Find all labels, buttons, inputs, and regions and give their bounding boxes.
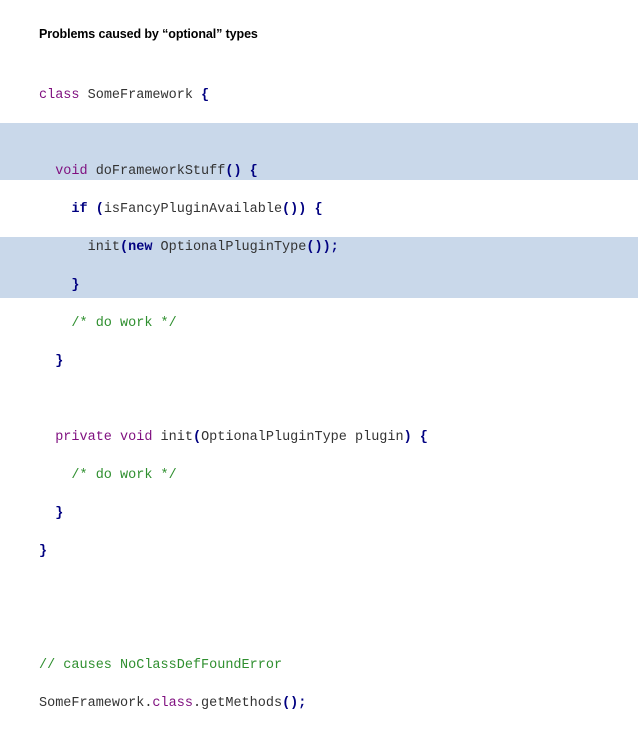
parens: () xyxy=(225,164,242,179)
brace: { xyxy=(201,88,210,103)
method-call: init xyxy=(87,240,121,255)
paren-close: ()) { xyxy=(282,202,323,217)
code-line-7: /* do work */ xyxy=(39,314,428,333)
code-line-13: } xyxy=(39,542,428,561)
method-name: init xyxy=(152,430,193,445)
brace: { xyxy=(241,164,258,179)
code-line-4: if (isFancyPluginAvailable()) { xyxy=(39,200,428,219)
params: OptionalPluginType plugin xyxy=(201,430,404,445)
brace: } xyxy=(55,506,64,521)
code-line-12: } xyxy=(39,504,428,523)
method-call: .getMethods xyxy=(192,696,283,711)
comment: // causes NoClassDefFoundError xyxy=(39,658,283,673)
code-line-9-blank xyxy=(39,390,428,409)
code-line-16: // causes NoClassDefFoundError xyxy=(39,656,428,675)
keyword-if: if xyxy=(71,202,88,217)
code-line-8: } xyxy=(39,352,428,371)
slide-title: Problems caused by “optional” types xyxy=(39,27,258,41)
keyword-void: void xyxy=(55,164,88,179)
paren-open: ( xyxy=(120,240,129,255)
method-name: doFrameworkStuff xyxy=(87,164,226,179)
keyword-class: class xyxy=(39,88,80,103)
method-call: isFancyPluginAvailable xyxy=(103,202,283,217)
code-line-2-blank xyxy=(39,124,428,143)
keyword-private: private xyxy=(55,430,112,445)
brace: } xyxy=(55,354,64,369)
keyword-class: class xyxy=(152,696,193,711)
comment: /* do work */ xyxy=(71,316,177,331)
code-line-10: private void init(OptionalPluginType plu… xyxy=(39,428,428,447)
comment: /* do work */ xyxy=(71,468,177,483)
type-name: OptionalPluginType xyxy=(152,240,307,255)
code-line-11: /* do work */ xyxy=(39,466,428,485)
brace: } xyxy=(39,544,48,559)
call-end: (); xyxy=(282,696,307,711)
code-line-3: void doFrameworkStuff() { xyxy=(39,162,428,181)
code-line-17: SomeFramework.class.getMethods(); xyxy=(39,694,428,713)
code-block: class SomeFramework { void doFrameworkSt… xyxy=(39,67,428,732)
paren-close: ()); xyxy=(306,240,339,255)
brace: } xyxy=(71,278,80,293)
code-line-15-blank xyxy=(39,618,428,637)
paren-open: ( xyxy=(192,430,202,445)
code-line-5: init(new OptionalPluginType()); xyxy=(39,238,428,257)
code-line-14-blank xyxy=(39,580,428,599)
paren-open: ( xyxy=(87,202,104,217)
keyword-void: void xyxy=(111,430,153,445)
paren-close: ) { xyxy=(403,430,428,445)
class-name: SomeFramework xyxy=(79,88,202,103)
class-ref: SomeFramework. xyxy=(39,696,153,711)
keyword-new: new xyxy=(128,240,153,255)
code-line-1: class SomeFramework { xyxy=(39,86,428,105)
code-line-6: } xyxy=(39,276,428,295)
